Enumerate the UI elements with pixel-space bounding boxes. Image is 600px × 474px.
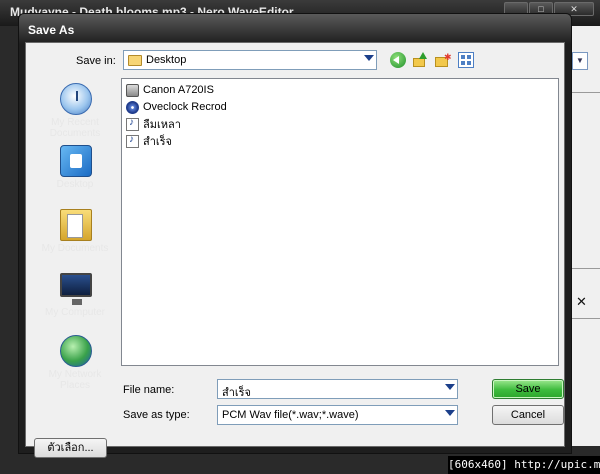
save-as-type-label: Save as type: — [123, 409, 190, 421]
background-divider — [570, 318, 600, 319]
place-label: My Computer — [44, 307, 105, 318]
chevron-down-icon — [445, 410, 455, 416]
save-in-label: Save in: — [76, 55, 116, 67]
save-as-dialog: Save As Save in: Desktop ✱ My Recent Doc… — [18, 13, 572, 458]
list-item[interactable]: สำเร็จ — [126, 133, 172, 149]
dialog-body: Save in: Desktop ✱ My Recent Documents D… — [25, 42, 565, 458]
save-in-value: Desktop — [146, 54, 187, 66]
camera-icon — [126, 83, 139, 97]
place-label: My Network Places — [48, 369, 102, 391]
list-item[interactable]: Oveclock Recrod — [126, 99, 227, 115]
places-bar: My Recent Documents Desktop My Documents… — [34, 83, 116, 413]
dialog-title: Save As — [28, 23, 75, 37]
audio-file-icon — [126, 134, 139, 148]
background-close-icon[interactable]: ✕ — [576, 294, 587, 310]
file-name: Canon A720IS — [143, 84, 214, 96]
background-divider — [570, 92, 600, 93]
save-as-type-dropdown[interactable]: PCM Wav file(*.wav;*.wave) — [217, 405, 458, 425]
chevron-down-icon — [364, 55, 374, 61]
list-item[interactable]: ลืมเหลา — [126, 116, 181, 132]
folder-icon — [128, 55, 142, 66]
my-computer-icon — [60, 273, 92, 305]
folder-icon — [413, 58, 425, 67]
place-label: Desktop — [56, 179, 94, 190]
audio-file-icon — [126, 117, 139, 131]
place-my-documents[interactable]: My Documents — [34, 209, 116, 269]
background-divider — [570, 268, 600, 269]
network-places-icon — [60, 335, 92, 367]
file-name: Oveclock Recrod — [143, 101, 227, 113]
place-label: My Documents — [41, 243, 109, 254]
watermark: [606x460] http://upic.me/ — [448, 456, 600, 474]
recent-documents-icon — [60, 83, 92, 115]
list-item[interactable]: Canon A720IS — [126, 82, 214, 98]
save-button[interactable]: Save — [492, 379, 564, 399]
up-one-level-button[interactable] — [412, 52, 428, 68]
file-list[interactable]: Canon A720IS Oveclock Recrod ลืมเหลา สำเ… — [121, 78, 559, 366]
file-name: ลืมเหลา — [143, 119, 181, 131]
place-my-recent-documents[interactable]: My Recent Documents — [34, 83, 116, 143]
view-menu-button[interactable] — [458, 52, 474, 68]
save-in-dropdown[interactable]: Desktop — [123, 50, 377, 70]
chevron-down-icon[interactable] — [445, 384, 455, 390]
place-label: My Recent Documents — [49, 117, 101, 139]
cancel-button[interactable]: Cancel — [492, 405, 564, 425]
up-arrow-icon — [419, 52, 427, 59]
desktop-icon — [60, 145, 92, 177]
place-my-network-places[interactable]: My Network Places — [34, 335, 116, 395]
new-star-icon: ✱ — [444, 52, 452, 62]
my-documents-icon — [60, 209, 92, 241]
background-panel-edge — [570, 26, 600, 446]
file-name-field[interactable]: สำเร็จ — [217, 379, 458, 399]
file-name: สำเร็จ — [143, 136, 173, 148]
place-my-computer[interactable]: My Computer — [34, 273, 116, 333]
file-name-label: File name: — [123, 384, 175, 396]
place-desktop[interactable]: Desktop — [34, 145, 116, 205]
save-as-type-value: PCM Wav file(*.wav;*.wave) — [222, 409, 359, 421]
back-button[interactable] — [390, 52, 406, 68]
background-dropdown-arrow[interactable]: ▼ — [572, 52, 588, 70]
options-button[interactable]: ตัวเลือก... — [34, 438, 107, 458]
new-folder-button[interactable]: ✱ — [434, 52, 452, 68]
disc-icon — [126, 100, 139, 114]
file-name-value: สำเร็จ — [222, 387, 252, 399]
